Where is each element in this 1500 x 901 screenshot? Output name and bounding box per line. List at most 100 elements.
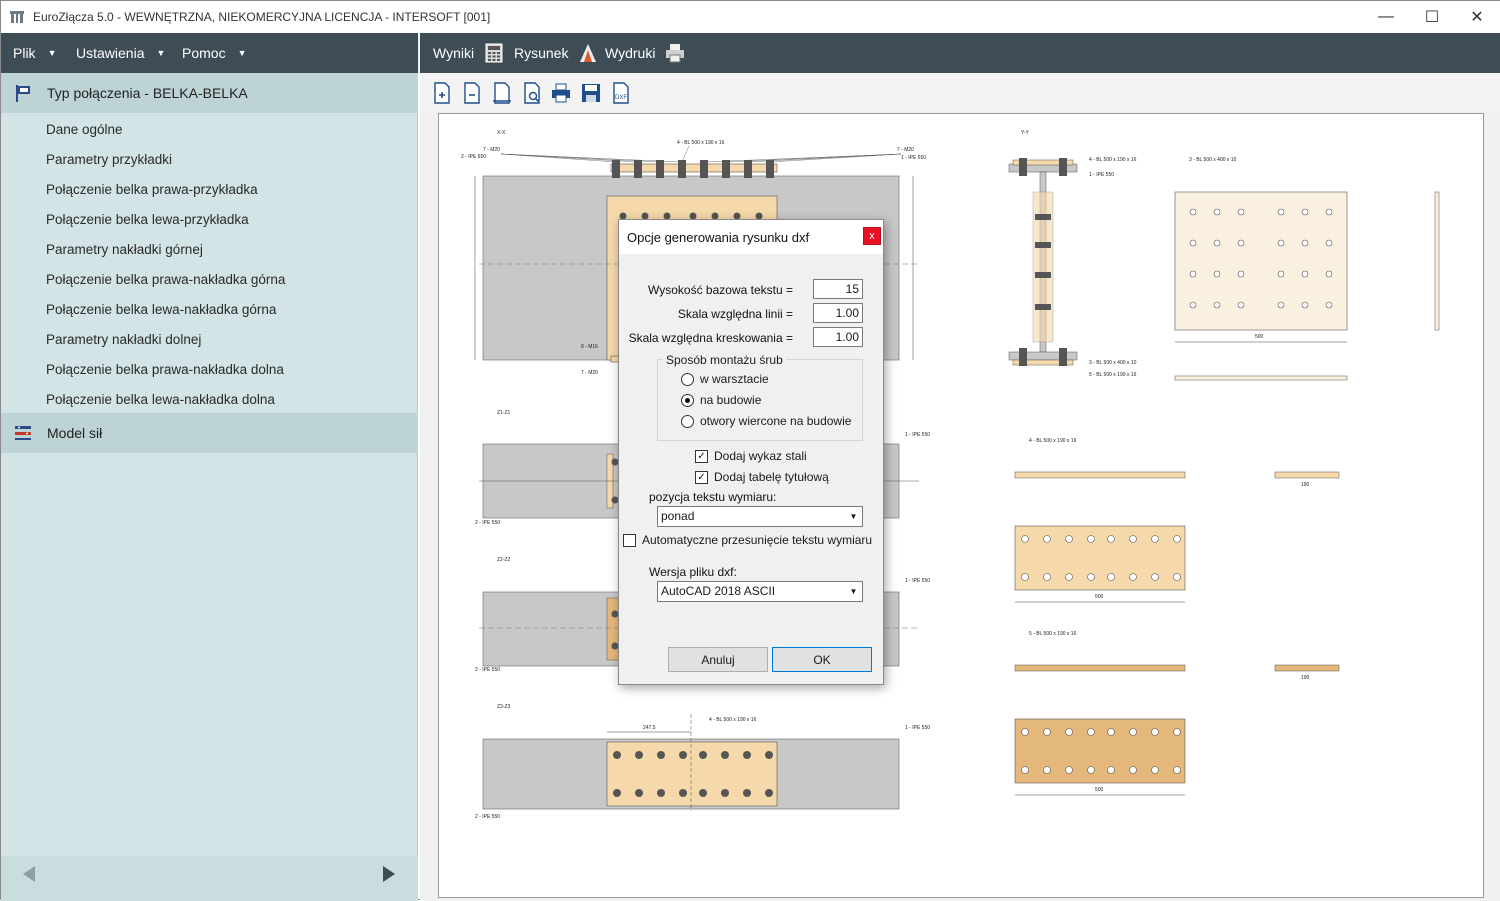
- zoom-in-page-icon[interactable]: [432, 82, 452, 104]
- sidebar-item-prawa-nakladka-gorna[interactable]: Połączenie belka prawa-nakładka górna: [46, 272, 285, 287]
- menubar-divider: [418, 33, 420, 73]
- ok-button[interactable]: OK: [772, 647, 872, 672]
- save-icon[interactable]: [581, 82, 601, 104]
- sidebar-item-lewa-nakladka-gorna[interactable]: Połączenie belka lewa-nakładka górna: [46, 302, 276, 317]
- label-bl3-yy: 3 - BL 500 x 400 x 10: [1089, 360, 1137, 366]
- wyniki-button[interactable]: Wyniki: [433, 33, 504, 73]
- sidebar-item-belka-prawa-przykladka[interactable]: Połączenie belka prawa-przykładka: [46, 182, 258, 197]
- sidebar-item-parametry-przykladki[interactable]: Parametry przykładki: [46, 152, 172, 167]
- chevron-down-icon: ▼: [849, 512, 858, 521]
- checkbox-steel-list-label: Dodaj wykaz stali: [714, 449, 807, 463]
- label-m20-bottom: 7 - M20: [581, 370, 598, 376]
- rysunek-button[interactable]: Rysunek: [514, 33, 598, 73]
- label-ipe1-yy: 1 - IPE 550: [1089, 172, 1114, 178]
- bolt-mounting-group-title: Sposób montażu śrub: [663, 353, 786, 367]
- hatch-scale-input[interactable]: 1.00: [813, 327, 863, 347]
- radio-dot-selected: [681, 393, 694, 407]
- fit-page-icon[interactable]: [492, 82, 512, 104]
- drawing-canvas[interactable]: X-X 2 - IPE 550 7 - M20 4 - BL 500 x 190…: [438, 113, 1484, 898]
- prev-button[interactable]: [11, 856, 47, 892]
- menu-bar: Plik ▼ Ustawienia ▼ Pomoc ▼ Wyniki Rysun…: [1, 33, 1500, 73]
- label-bl4-top: 4 - BL 500 x 190 x 16: [677, 140, 725, 146]
- label-dim-190-p4: 190: [1301, 482, 1310, 488]
- preview-icon[interactable]: [522, 82, 542, 104]
- checkmark-icon: ✓: [695, 470, 708, 484]
- next-button[interactable]: [371, 856, 407, 892]
- label-m20-top-right: 7 - M20: [897, 147, 914, 153]
- app-window: EuroZłącza 5.0 - WEWNĘTRZNA, NIEKOMERCYJ…: [0, 0, 1500, 901]
- dxf-export-icon[interactable]: DXF: [611, 82, 631, 104]
- label-ipe1-z3: 1 - IPE 550: [905, 725, 930, 731]
- window-title: EuroZłącza 5.0 - WEWNĘTRZNA, NIEKOMERCYJ…: [33, 10, 491, 24]
- plate-5-end: [1274, 664, 1340, 672]
- close-window-button[interactable]: ✕: [1454, 1, 1500, 33]
- radio-on-site[interactable]: na budowie: [681, 393, 761, 407]
- wydruki-button[interactable]: Wydruki: [605, 33, 685, 73]
- label-bl5: 5 - BL 500 x 190 x 16: [1029, 631, 1077, 637]
- label-bl4-z3: 4 - BL 500 x 190 x 16: [709, 717, 757, 723]
- forces-model-icon: [15, 426, 31, 440]
- label-bl4: 4 - BL 500 x 190 x 16: [1029, 438, 1077, 444]
- menu-ustawienia[interactable]: Ustawienia ▼: [76, 33, 165, 73]
- print-icon[interactable]: [551, 82, 571, 104]
- svg-text:DXF: DXF: [615, 95, 627, 101]
- label-ipe-z2: 2 - IPE 550: [475, 667, 500, 673]
- sidebar-item-nakladka-dolna[interactable]: Parametry nakładki dolnej: [46, 332, 201, 347]
- dialog-title-bar[interactable]: Opcje generowania rysunku dxf x: [619, 220, 883, 254]
- plate-3-edge: [1434, 191, 1440, 331]
- plate-3: [1174, 191, 1348, 331]
- menu-pomoc[interactable]: Pomoc ▼: [182, 33, 247, 73]
- dim-position-select[interactable]: ponad ▼: [657, 506, 863, 527]
- dialog-title: Opcje generowania rysunku dxf: [627, 229, 810, 245]
- drawing-toolbar: DXF: [420, 73, 1500, 111]
- plate-z3: [606, 741, 778, 807]
- label-dim-500-p3: 500: [1255, 334, 1264, 340]
- plate-5-side: [1014, 664, 1186, 672]
- checkbox-title-table[interactable]: ✓ Dodaj tabelę tytułową: [695, 470, 829, 484]
- sidebar-item-dane-ogolne[interactable]: Dane ogólne: [46, 122, 123, 137]
- line-scale-input[interactable]: 1.00: [813, 303, 863, 323]
- label-m16: 8 - M16: [581, 344, 598, 350]
- checkbox-steel-list[interactable]: ✓ Dodaj wykaz stali: [695, 449, 807, 463]
- drawing-area: DXF X-X 2 - IPE 550 7 - M20 4 - BL 500 x…: [420, 73, 1500, 901]
- radio-workshop[interactable]: w warsztacie: [681, 372, 769, 386]
- arrow-left-icon: [23, 866, 35, 882]
- label-m20-top: 7 - M20: [483, 147, 500, 153]
- wyniki-label: Wyniki: [433, 45, 475, 61]
- dialog-close-button[interactable]: x: [863, 227, 881, 245]
- cancel-button[interactable]: Anuluj: [668, 647, 768, 672]
- sidebar-section-model-sil[interactable]: Model sił: [1, 413, 418, 453]
- sidebar-item-belka-lewa-przykladka[interactable]: Połączenie belka lewa-przykładka: [46, 212, 249, 227]
- dxf-version-select[interactable]: AutoCAD 2018 ASCII ▼: [657, 581, 863, 602]
- plate-4: [1014, 525, 1186, 591]
- checkbox-auto-shift-label: Automatyczne przesunięcie tekstu wymiaru: [642, 533, 873, 547]
- radio-drilled-on-site[interactable]: otwory wiercone na budowie: [681, 414, 851, 428]
- menu-ustawienia-label: Ustawienia: [76, 45, 145, 61]
- sidebar-item-lewa-nakladka-dolna[interactable]: Połączenie belka lewa-nakładka dolna: [46, 392, 275, 407]
- radio-workshop-label: w warsztacie: [700, 372, 769, 386]
- sidebar-section-label: Model sił: [47, 425, 103, 441]
- radio-dot: [681, 372, 694, 386]
- hatch-scale-label: Skala względna kreskowania =: [628, 331, 793, 345]
- rysunek-label: Rysunek: [514, 45, 569, 61]
- minimize-button[interactable]: —: [1363, 1, 1409, 33]
- dim-position-label: pozycja tekstu wymiaru:: [649, 490, 777, 504]
- printer-icon: [666, 44, 685, 63]
- section-label-yy: Y-Y: [1021, 130, 1030, 136]
- menu-plik[interactable]: Plik ▼: [13, 33, 56, 73]
- section-label-z3: Z3-Z3: [497, 704, 511, 710]
- checkbox-auto-shift[interactable]: Automatyczne przesunięcie tekstu wymiaru: [623, 533, 872, 547]
- radio-on-site-label: na budowie: [700, 393, 762, 407]
- sidebar-section-connection-type[interactable]: Typ połączenia - BELKA-BELKA: [1, 73, 418, 113]
- label-dim-2475: 247.5: [643, 725, 656, 731]
- sidebar-item-nakladka-gorna[interactable]: Parametry nakładki górnej: [46, 242, 203, 257]
- maximize-button[interactable]: ☐: [1409, 1, 1455, 33]
- sidebar-item-prawa-nakladka-dolna[interactable]: Połączenie belka prawa-nakładka dolna: [46, 362, 284, 377]
- text-height-input[interactable]: 15: [813, 279, 863, 299]
- zoom-out-page-icon[interactable]: [462, 82, 482, 104]
- chevron-down-icon: ▼: [47, 48, 57, 58]
- label-ipe1-z1: 1 - IPE 550: [905, 432, 930, 438]
- section-label-z1: Z1-Z1: [497, 410, 511, 416]
- label-dim-500-p5: 500: [1095, 787, 1104, 793]
- label-ipe1-xx: 1 - IPE 550: [901, 155, 926, 161]
